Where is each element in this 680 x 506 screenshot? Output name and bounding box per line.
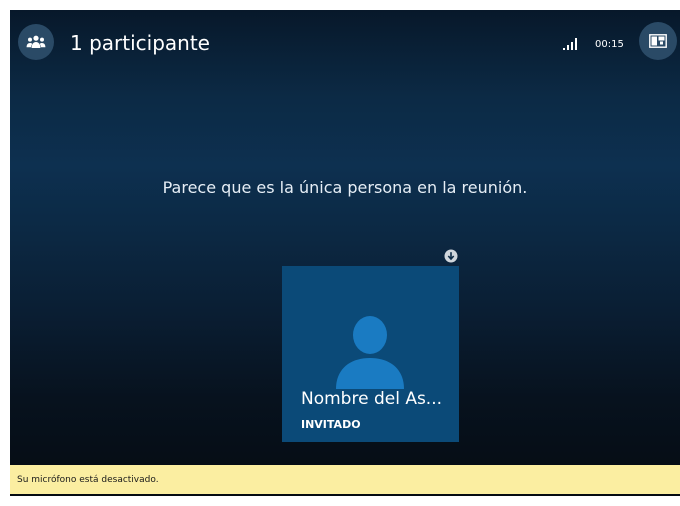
participant-count-title: 1 participante bbox=[70, 31, 210, 55]
meeting-window: 1 participante 00:15 Parece que es la ún… bbox=[10, 10, 680, 496]
microphone-muted-text: Su micrófono está desactivado. bbox=[17, 475, 159, 485]
microphone-notification-bar: Su micrófono está desactivado. bbox=[10, 465, 680, 494]
participant-name: Nombre del As... bbox=[301, 389, 443, 409]
download-arrow-icon[interactable] bbox=[444, 249, 458, 263]
layout-switch-button[interactable] bbox=[639, 22, 677, 60]
people-icon bbox=[26, 35, 46, 48]
person-avatar-icon bbox=[336, 316, 404, 389]
call-timer: 00:15 bbox=[595, 39, 624, 50]
signal-bars-icon bbox=[563, 38, 577, 50]
participant-role: INVITADO bbox=[301, 418, 361, 431]
alone-in-meeting-message: Parece que es la única persona en la reu… bbox=[162, 178, 528, 197]
participants-button[interactable] bbox=[18, 24, 54, 60]
layout-switch-icon bbox=[649, 34, 667, 48]
participant-tile[interactable]: Nombre del As... INVITADO bbox=[282, 266, 459, 442]
